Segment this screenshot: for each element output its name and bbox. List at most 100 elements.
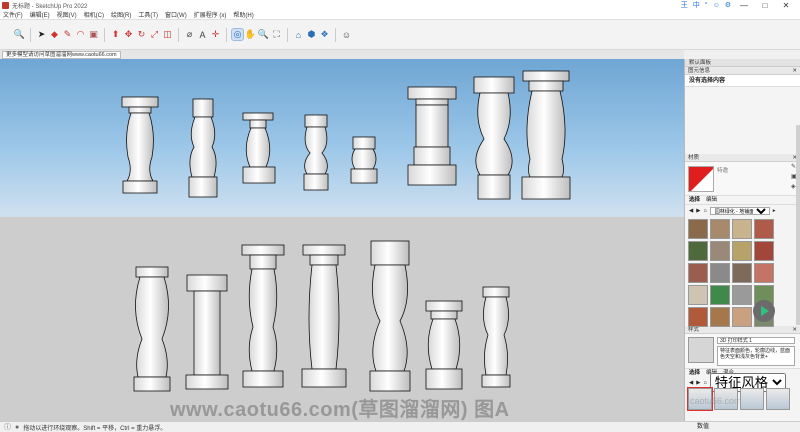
play-icon[interactable] xyxy=(753,300,775,322)
text-icon[interactable]: A xyxy=(197,29,208,40)
offset-icon[interactable]: ◫ xyxy=(162,29,173,40)
tape-icon[interactable]: ⌀ xyxy=(184,29,195,40)
material-tile[interactable] xyxy=(710,307,730,327)
tab-select[interactable]: 选择 xyxy=(689,369,700,377)
baluster-9[interactable] xyxy=(133,266,171,392)
menu-view[interactable]: 视图(V) xyxy=(57,10,77,19)
menu-camera[interactable]: 相机(C) xyxy=(84,10,104,19)
baluster-8[interactable] xyxy=(521,70,571,200)
baluster-2[interactable] xyxy=(188,98,218,198)
pencil-icon[interactable]: ✎ xyxy=(62,29,73,40)
warehouse-icon[interactable]: ⌂ xyxy=(293,29,304,40)
menu-edit[interactable]: 编辑(E) xyxy=(30,10,50,19)
menu-draw[interactable]: 绘图(R) xyxy=(111,10,131,19)
settings-icon[interactable]: ⚙ xyxy=(725,1,731,9)
scene-tab[interactable]: 更多模型请访问草图溜溜网www.caotu66.com xyxy=(2,51,121,59)
material-tile[interactable] xyxy=(710,219,730,239)
baluster-1[interactable] xyxy=(121,96,159,194)
home-icon[interactable]: ⌂ xyxy=(703,380,706,386)
zoom-icon[interactable]: 🔍 xyxy=(258,29,269,40)
material-tile[interactable] xyxy=(688,263,708,283)
material-tile[interactable] xyxy=(688,285,708,305)
menu-help[interactable]: 帮助(H) xyxy=(233,10,253,19)
back-icon[interactable]: ◀ xyxy=(689,380,693,386)
minimize-button[interactable]: — xyxy=(736,1,752,10)
material-tile[interactable] xyxy=(732,263,752,283)
select-icon[interactable]: ➤ xyxy=(36,29,47,40)
baluster-12[interactable] xyxy=(301,244,347,388)
details-icon[interactable]: ▸ xyxy=(773,208,776,214)
close-icon[interactable]: ✕ xyxy=(792,326,797,333)
baluster-5[interactable] xyxy=(350,136,378,184)
user-icon[interactable]: ● xyxy=(15,424,19,431)
emoji-icon[interactable]: ☺ xyxy=(713,2,720,9)
baluster-14[interactable] xyxy=(425,300,463,390)
home-icon[interactable]: ⌂ xyxy=(703,208,706,214)
menu-window[interactable]: 窗口(W) xyxy=(165,10,187,19)
material-tile[interactable] xyxy=(688,307,708,327)
tab-select[interactable]: 选择 xyxy=(689,196,700,204)
orbit-icon[interactable]: ◎ xyxy=(231,28,244,41)
punctuation-icon[interactable]: ° xyxy=(705,2,708,9)
model-viewport[interactable]: www.caotu66.com(草图溜溜网) 图A xyxy=(0,59,684,421)
arc-icon[interactable]: ◠ xyxy=(75,29,86,40)
pan-icon[interactable]: ✋ xyxy=(245,29,256,40)
paint-icon[interactable]: ▣ xyxy=(88,29,99,40)
maximize-button[interactable]: □ xyxy=(757,1,773,10)
baluster-10[interactable] xyxy=(185,274,229,390)
materials-header[interactable]: 材质 ✕ xyxy=(685,154,800,162)
zoom-extents-icon[interactable]: ⛶ xyxy=(271,29,282,40)
material-name[interactable]: 特邀 xyxy=(717,166,728,174)
search-icon[interactable]: 🔍 xyxy=(14,29,25,40)
extension-icon[interactable]: ⬢ xyxy=(306,29,317,40)
rotate-icon[interactable]: ↻ xyxy=(136,29,147,40)
info-icon[interactable]: ⓘ xyxy=(4,422,11,432)
account-icon[interactable]: 王 xyxy=(681,0,688,10)
material-swatch[interactable] xyxy=(688,166,714,192)
entity-info-header[interactable]: 图元信息 ✕ xyxy=(685,67,800,75)
close-button[interactable]: ✕ xyxy=(778,1,794,10)
material-tile[interactable] xyxy=(710,241,730,261)
profile-icon[interactable]: ☺ xyxy=(341,29,352,40)
close-icon[interactable]: ✕ xyxy=(792,67,797,74)
material-library-select[interactable]: 园林绿化 - 地铺面和植被 xyxy=(709,206,770,215)
material-tile[interactable] xyxy=(754,263,774,283)
scale-icon[interactable]: ⤢ xyxy=(149,29,160,40)
material-tile[interactable] xyxy=(688,241,708,261)
measurements-box[interactable]: 数值 xyxy=(684,421,800,432)
baluster-11[interactable] xyxy=(241,244,285,388)
material-tile[interactable] xyxy=(710,285,730,305)
menu-file[interactable]: 文件(F) xyxy=(3,10,23,19)
material-tile[interactable] xyxy=(710,263,730,283)
forward-icon[interactable]: ▶ xyxy=(696,208,700,214)
style-description-field[interactable]: 特征表面颜色，轮廓边线，蓝面色天空和浅灰色背景+ xyxy=(717,346,795,366)
forward-icon[interactable]: ▶ xyxy=(696,380,700,386)
baluster-7[interactable] xyxy=(473,76,515,200)
baluster-13[interactable] xyxy=(369,240,411,392)
material-tile[interactable] xyxy=(732,285,752,305)
components-icon[interactable]: ❖ xyxy=(319,29,330,40)
language-icon[interactable]: 中 xyxy=(693,0,700,10)
material-tile[interactable] xyxy=(732,219,752,239)
material-tile[interactable] xyxy=(754,219,774,239)
eraser-icon[interactable]: ◆ xyxy=(49,29,60,40)
move-icon[interactable]: ✥ xyxy=(123,29,134,40)
material-tile[interactable] xyxy=(688,219,708,239)
menu-tools[interactable]: 工具(T) xyxy=(138,10,158,19)
baluster-6[interactable] xyxy=(407,86,457,186)
style-thumb[interactable] xyxy=(766,388,790,410)
material-tile[interactable] xyxy=(754,241,774,261)
style-thumb[interactable] xyxy=(740,388,764,410)
material-tile[interactable] xyxy=(732,307,752,327)
menu-extensions[interactable]: 扩展程序 (x) xyxy=(194,10,227,19)
material-tile[interactable] xyxy=(732,241,752,261)
axes-icon[interactable]: ✛ xyxy=(210,29,221,40)
baluster-3[interactable] xyxy=(242,112,276,184)
styles-header[interactable]: 样式 ✕ xyxy=(685,326,800,334)
push-pull-icon[interactable]: ⬆ xyxy=(110,29,121,40)
tray-scrollbar[interactable] xyxy=(796,125,800,325)
back-icon[interactable]: ◀ xyxy=(689,208,693,214)
baluster-15[interactable] xyxy=(481,286,511,388)
style-name-field[interactable]: 3D 打印样式 1 xyxy=(717,337,795,344)
tab-edit[interactable]: 编辑 xyxy=(706,196,717,204)
